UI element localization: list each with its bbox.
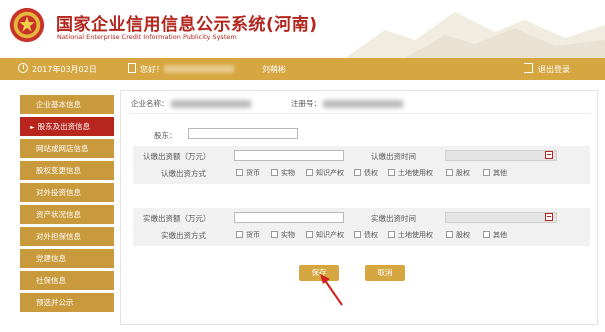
sidebar-item-assets[interactable]: ►资产状况信息 — [20, 205, 114, 224]
shareholder-form-panel: 企业名称： 注册号： 股东： 认缴出资额（万元） 认缴出资时间 认缴出资方式 货… — [120, 90, 598, 325]
sidebar-item-label: 网站或网店信息 — [36, 144, 89, 153]
checkbox-debt[interactable] — [354, 169, 361, 176]
sidebar-item-website[interactable]: ►网站或网店信息 — [20, 139, 114, 158]
sidebar-item-label: 资产状况信息 — [36, 210, 81, 219]
reg-no-value — [323, 100, 404, 108]
greeting-text: 您好！ — [140, 65, 164, 74]
sidebar-item-label: 对外投资信息 — [36, 188, 81, 197]
reg-no-row: 注册号： — [291, 98, 404, 109]
sidebar-item-label: 股权变更信息 — [36, 166, 81, 175]
paid-time-input[interactable] — [445, 212, 557, 223]
sidebar-item-label: 社保信息 — [36, 276, 66, 285]
pointer-arrow-icon — [320, 274, 343, 306]
national-emblem-icon — [9, 7, 45, 43]
sidebar-item-label: 对外担保信息 — [36, 232, 81, 241]
checkbox-land[interactable] — [388, 169, 395, 176]
checkbox-other[interactable] — [483, 231, 490, 238]
logout-icon[interactable] — [524, 63, 533, 73]
subscribed-method-label: 认缴出资方式 — [161, 169, 206, 178]
paid-amount-label: 实缴出资额（万元） — [143, 214, 211, 223]
checkbox-equity[interactable] — [446, 231, 453, 238]
checkbox-ip[interactable] — [306, 169, 313, 176]
shareholder-label: 股东： — [154, 131, 177, 140]
sidebar-item-label: 党建信息 — [36, 254, 66, 263]
site-subtitle: National Enterprise Credit Information P… — [57, 33, 237, 41]
site-title: 国家企业信用信息公示系统(河南) — [56, 15, 318, 35]
checkbox-other[interactable] — [483, 169, 490, 176]
sidebar-item-label: 股东及出资信息 — [37, 122, 91, 131]
sidebar-item-shareholders[interactable]: ► 股东及出资信息 — [20, 117, 114, 136]
method-option: 土地使用权 — [398, 169, 433, 177]
sidebar-item-guarantee[interactable]: ►对外担保信息 — [20, 227, 114, 246]
paid-time-label: 实缴出资时间 — [371, 214, 416, 223]
sidebar-nav: ►企业基本信息 ►股东及出资信息 ►网站或网店信息 ►股权变更信息 ►对外投资信… — [20, 95, 114, 315]
sidebar-item-party[interactable]: ►党建信息 — [20, 249, 114, 268]
checkbox-ip[interactable] — [306, 231, 313, 238]
method-option: 其他 — [493, 231, 507, 239]
checkbox-debt[interactable] — [354, 231, 361, 238]
calendar-icon[interactable] — [545, 151, 553, 159]
subscribed-time-label: 认缴出资时间 — [371, 152, 416, 161]
method-option: 债权 — [364, 169, 378, 177]
subscribed-amount-label: 认缴出资额（万元） — [143, 152, 211, 161]
checkbox-physical[interactable] — [271, 169, 278, 176]
paid-section: 实缴出资额（万元） 实缴出资时间 实缴出资方式 货币 实物 知识产权 债权 土地… — [133, 208, 590, 246]
logout-link[interactable]: 退出登录 — [538, 64, 570, 75]
method-option: 货币 — [246, 169, 260, 177]
method-option: 知识产权 — [316, 169, 344, 177]
checkbox-land[interactable] — [388, 231, 395, 238]
paid-method-label: 实缴出资方式 — [161, 231, 206, 240]
checkbox-currency[interactable] — [236, 231, 243, 238]
method-option: 债权 — [364, 231, 378, 239]
sidebar-item-equity-change[interactable]: ►股权变更信息 — [20, 161, 114, 180]
subscribed-section: 认缴出资额（万元） 认缴出资时间 认缴出资方式 货币 实物 知识产权 债权 土地… — [133, 146, 590, 184]
current-date: 2017年03月02日 — [32, 65, 97, 74]
calendar-icon[interactable] — [545, 213, 553, 221]
mountain-background — [345, 12, 605, 58]
method-option: 货币 — [246, 231, 260, 239]
paid-amount-input[interactable] — [234, 212, 344, 223]
reg-no-label: 注册号： — [291, 99, 321, 108]
sidebar-item-label: 企业基本信息 — [36, 100, 81, 109]
sidebar-item-social-security[interactable]: ►社保信息 — [20, 271, 114, 290]
method-option: 股权 — [456, 231, 470, 239]
sidebar-item-investment[interactable]: ►对外投资信息 — [20, 183, 114, 202]
company-name-value — [170, 100, 251, 108]
method-option: 土地使用权 — [398, 231, 433, 239]
company-name-label: 企业名称： — [131, 99, 169, 108]
sidebar-item-preselect[interactable]: ►预选并公示 — [20, 293, 114, 312]
arrow-right-icon: ► — [30, 124, 35, 131]
method-option: 实物 — [281, 231, 295, 239]
method-option: 知识产权 — [316, 231, 344, 239]
username: 刘萌彬 — [262, 65, 286, 74]
shareholder-input[interactable] — [188, 128, 298, 139]
method-option: 股权 — [456, 169, 470, 177]
sidebar-item-label: 预选并公示 — [36, 298, 74, 307]
checkbox-currency[interactable] — [236, 169, 243, 176]
checkbox-physical[interactable] — [271, 231, 278, 238]
cancel-button[interactable]: 取消 — [365, 265, 405, 281]
company-name-row: 企业名称： — [131, 98, 251, 109]
checkbox-equity[interactable] — [446, 169, 453, 176]
sidebar-item-basic-info[interactable]: ►企业基本信息 — [20, 95, 114, 114]
clock-icon — [18, 63, 28, 73]
top-info-bar: 2017年03月02日 您好！ 刘萌彬 退出登录 — [0, 58, 605, 80]
site-header: 国家企业信用信息公示系统(河南) National Enterprise Cre… — [0, 0, 605, 58]
subscribed-time-input[interactable] — [445, 150, 557, 161]
divider — [127, 113, 591, 114]
redacted-company — [164, 65, 234, 73]
subscribed-amount-input[interactable] — [234, 150, 344, 161]
method-option: 实物 — [281, 169, 295, 177]
user-icon — [128, 63, 136, 73]
method-option: 其他 — [493, 169, 507, 177]
